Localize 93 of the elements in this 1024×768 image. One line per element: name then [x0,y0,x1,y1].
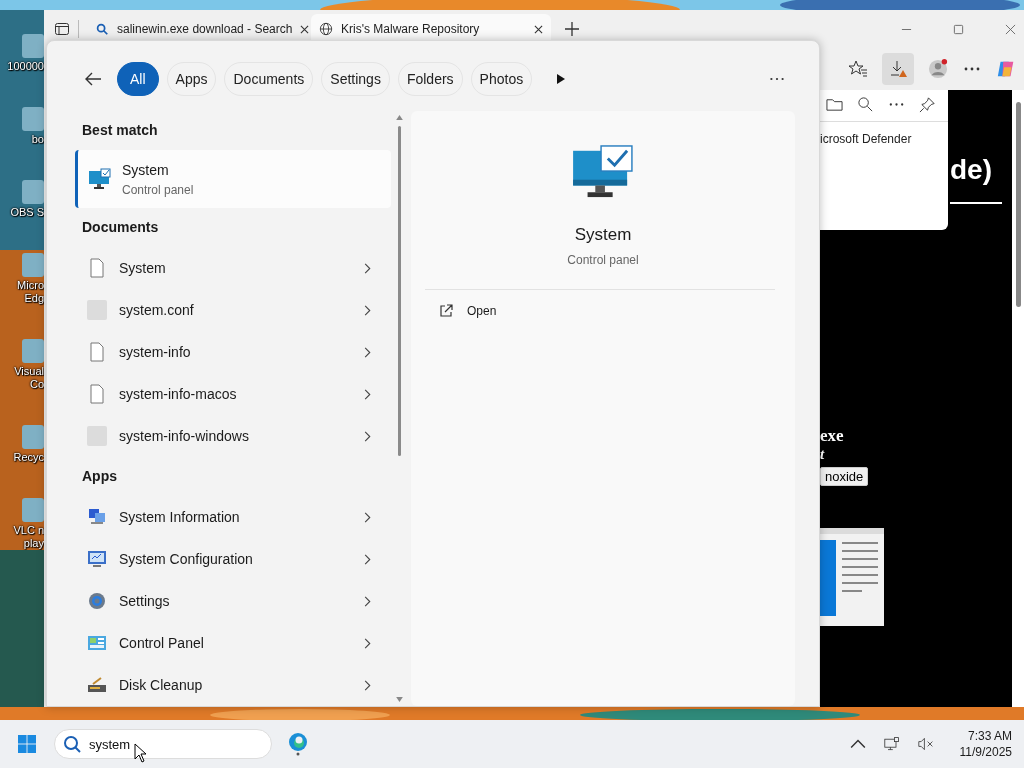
best-match-item[interactable]: System Control panel [75,150,391,208]
windows-start-icon[interactable] [18,735,36,753]
result-item[interactable]: system-info [75,331,391,373]
action-label: Open [467,304,497,318]
more-icon[interactable] [769,76,785,82]
play-icon[interactable] [556,73,567,85]
tab-actions-icon[interactable] [54,21,70,37]
tab-title: Kris's Malware Repository [341,22,480,36]
browser-tab[interactable]: salinewin.exe download - Search [87,14,305,44]
download-status-text: icrosoft Defender [820,131,913,146]
result-name: System Information [119,509,240,525]
monitor-icon [88,168,112,190]
profile-icon[interactable] [928,59,948,79]
filter-chip[interactable]: Photos [470,62,533,96]
network-icon[interactable] [883,736,900,752]
result-item[interactable]: System Configuration [75,538,391,580]
page-text: t [820,446,826,463]
filter-chip[interactable]: Settings [321,62,390,96]
document-icon [87,342,107,362]
monitor-icon [572,145,634,199]
result-item[interactable]: system.conf [75,289,391,331]
preview-subtitle: Control panel [567,253,639,267]
scroll-down-icon[interactable] [395,697,403,702]
scrollbar[interactable] [1012,90,1024,707]
new-tab-icon[interactable] [565,22,579,36]
page-button[interactable]: noxide [820,467,869,486]
chevron-right-icon[interactable] [363,679,371,691]
result-name: Disk Cleanup [119,677,203,693]
result-item[interactable]: Settings [75,580,391,622]
taskbar-search-field[interactable]: system [54,729,272,759]
page-subheading: exe [820,426,845,446]
clock[interactable]: 7:33 AM 11/9/2025 [959,729,1012,759]
result-title: System [122,161,170,178]
chevron-right-icon[interactable] [363,262,371,274]
chevron-right-icon[interactable] [363,346,371,358]
section-title: Documents [81,218,160,237]
close-icon[interactable] [534,24,543,34]
section-title: Best match [81,121,159,140]
filter-chip[interactable]: Folders [397,62,463,96]
pin-icon[interactable] [919,96,936,113]
time-text: 7:33 AM [967,729,1012,743]
chevron-right-icon[interactable] [363,304,371,316]
filter-chip[interactable]: Documents [224,62,314,96]
result-name: system-info-windows [119,428,249,444]
search-icon [63,735,81,753]
download-warning-icon [888,59,908,79]
result-subtitle: Control panel [122,182,194,197]
chevron-right-icon[interactable] [363,637,371,649]
result-name: system.conf [119,302,194,318]
monitor-icon [87,549,107,569]
chevron-right-icon[interactable] [363,388,371,400]
close-icon[interactable] [300,24,310,34]
chevron-right-icon[interactable] [363,511,371,523]
mouse-cursor-icon [134,743,146,763]
result-name: System [119,260,166,276]
document-icon [87,384,107,404]
open-action[interactable]: Open [411,290,795,318]
favorites-icon[interactable] [848,59,868,79]
result-name: system-info-macos [119,386,237,402]
filter-chip[interactable]: Apps [166,62,217,96]
result-item[interactable]: System Information [75,496,391,538]
result-name: System Configuration [119,551,253,567]
preview-title: System [574,225,632,245]
section-title: Apps [81,467,118,486]
downloads-button[interactable] [882,53,914,85]
chevron-right-icon[interactable] [363,553,371,565]
page-heading: de) [950,154,992,185]
folder-icon[interactable] [826,96,843,113]
chevron-right-icon[interactable] [363,595,371,607]
disk-cleanup-icon [87,675,107,695]
filter-chip[interactable]: All [117,62,159,96]
result-name: Control Panel [119,635,204,651]
result-item[interactable]: system-info-macos [75,373,391,415]
document-icon [87,258,107,278]
scroll-up-icon[interactable] [395,115,403,120]
result-item[interactable]: system-info-windows [75,415,391,457]
volume-muted-icon[interactable] [917,736,934,752]
globe-icon [319,22,333,36]
search-icon [95,22,109,36]
control-panel-icon [87,633,107,653]
open-external-icon [439,304,453,318]
result-item[interactable]: Control Panel [75,622,391,664]
result-name: Settings [119,593,170,609]
chevron-right-icon[interactable] [363,430,371,442]
computer-icon [87,507,107,527]
result-item[interactable]: System [75,247,391,289]
result-name: system-info [119,344,191,360]
result-item[interactable]: Disk Cleanup [75,664,391,706]
maximize-icon[interactable] [953,23,964,35]
settings-icon [87,591,107,611]
date-text: 11/9/2025 [959,745,1012,759]
search-icon[interactable] [857,96,874,113]
tab-title: salinewin.exe download - Search [117,22,293,36]
